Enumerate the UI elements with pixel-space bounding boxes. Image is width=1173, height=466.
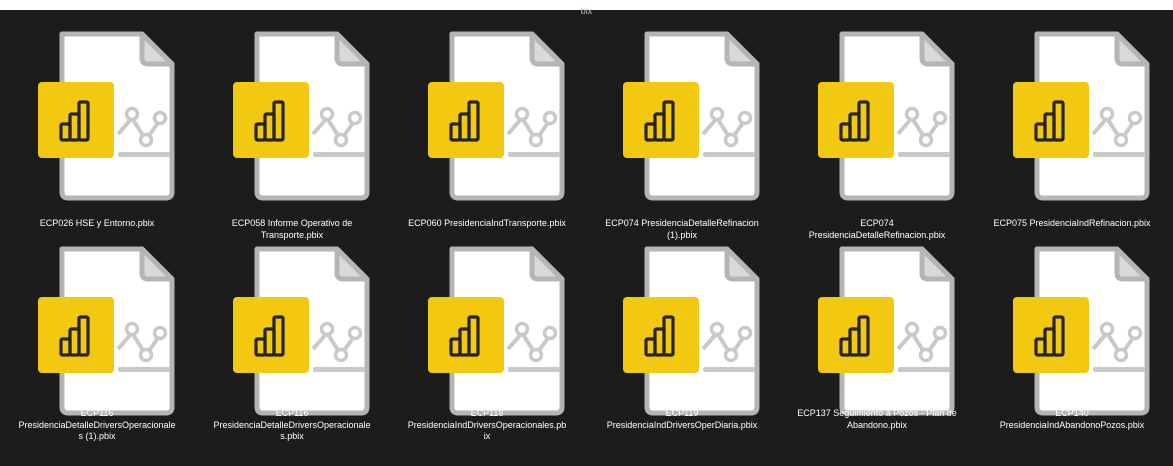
- file-name: ECP075 PresidenciaIndRefinacion.pbix: [993, 218, 1151, 228]
- power-bi-file-icon: [623, 31, 760, 201]
- power-bi-file-icon: [38, 31, 175, 201]
- file-item[interactable]: ECP058 Informe Operativo de Transporte.p…: [195, 22, 389, 247]
- file-name: ECP118 PresidenciaIndDriversOperacionale…: [407, 408, 567, 441]
- power-bi-file-icon: [1013, 246, 1150, 416]
- file-name: ECP140 PresidenciaIndAbandonoPozos.pbix: [999, 408, 1145, 430]
- file-grid: ECP026 HSE y Entorno.pbix ECP058 Informe…: [0, 0, 1173, 466]
- power-bi-file-icon: [623, 246, 760, 416]
- file-name: ECP119 PresidenciaIndDriversOperDiaria.p…: [606, 408, 758, 430]
- file-name: ECP137 Seguimiento a Pozos - Plan de Aba…: [797, 408, 957, 430]
- file-item[interactable]: ECP137 Seguimiento a Pozos - Plan de Aba…: [780, 237, 974, 462]
- file-name: ECP116 PresidenciaDetalleDriversOperacio…: [213, 408, 371, 441]
- power-bi-file-icon: [233, 246, 370, 416]
- file-item[interactable]: ECP060 PresidenciaIndTransporte.pbix: [390, 22, 584, 247]
- file-item[interactable]: ECP074 PresidenciaDetalleRefinacion (1).…: [585, 22, 779, 247]
- file-name: ECP060 PresidenciaIndTransporte.pbix: [408, 218, 566, 228]
- file-name: ECP116 PresidenciaDetalleDriversOperacio…: [18, 408, 176, 441]
- power-bi-file-icon: [1013, 31, 1150, 201]
- file-item[interactable]: ECP074 PresidenciaDetalleRefinacion.pbix: [780, 22, 974, 247]
- file-item[interactable]: ECP119 PresidenciaIndDriversOperDiaria.p…: [585, 237, 779, 462]
- power-bi-file-icon: [818, 31, 955, 201]
- file-item[interactable]: ECP075 PresidenciaIndRefinacion.pbix: [975, 22, 1169, 247]
- power-bi-file-icon: [428, 31, 565, 201]
- file-item[interactable]: ECP118 PresidenciaIndDriversOperacionale…: [390, 237, 584, 462]
- file-item[interactable]: ECP140 PresidenciaIndAbandonoPozos.pbix: [975, 237, 1169, 462]
- file-item[interactable]: ECP116 PresidenciaDetalleDriversOperacio…: [195, 237, 389, 462]
- file-name: ECP026 HSE y Entorno.pbix: [39, 218, 155, 228]
- file-item[interactable]: ECP116 PresidenciaDetalleDriversOperacio…: [0, 237, 194, 462]
- file-item[interactable]: ECP026 HSE y Entorno.pbix: [0, 22, 194, 247]
- power-bi-file-icon: [233, 31, 370, 201]
- power-bi-file-icon: [428, 246, 565, 416]
- power-bi-file-icon: [818, 246, 955, 416]
- power-bi-file-icon: [38, 246, 175, 416]
